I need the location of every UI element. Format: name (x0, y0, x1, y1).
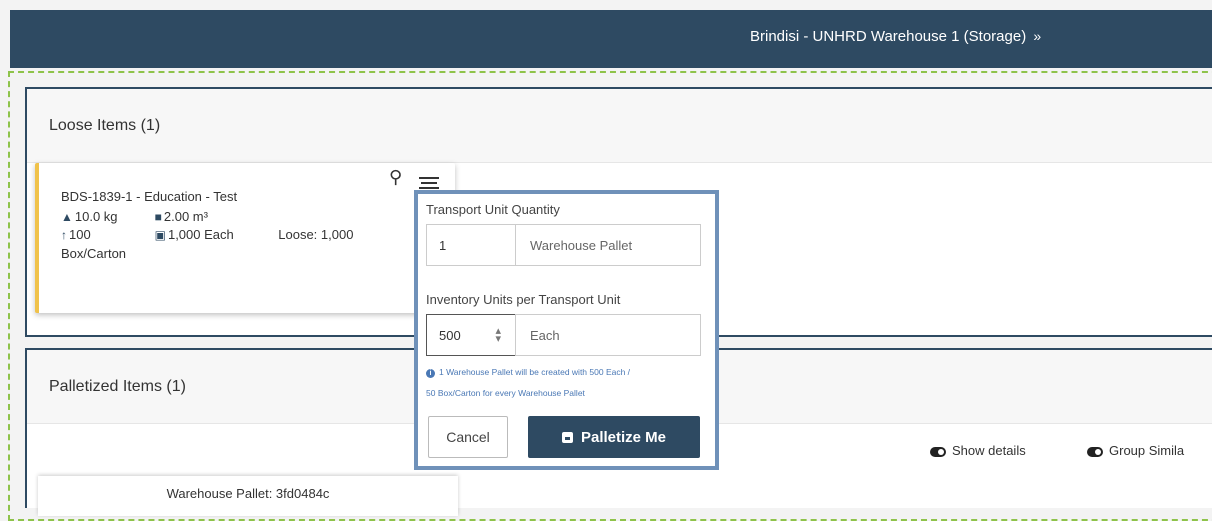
inv-unit-addon: Each (515, 314, 701, 356)
upload-icon: ↑ (61, 228, 67, 242)
toggle-icon (1087, 446, 1103, 457)
site-selector[interactable]: Brindisi - UNHRD Warehouse 1 (Storage) » (750, 28, 1041, 45)
palletize-info: i 1 Warehouse Pallet will be created with… (426, 362, 706, 404)
inv-units-input[interactable]: 500 ▴ ▾ (426, 314, 516, 356)
cancel-label: Cancel (446, 429, 490, 445)
volume-icon: ■ (154, 210, 162, 224)
item-weight: 10.0 kg (74, 209, 118, 224)
tu-qty-input[interactable]: 1 (426, 224, 516, 266)
tu-qty-value: 1 (439, 237, 447, 253)
toggle-icon (930, 446, 946, 457)
item-loose: Loose: 1,000 (278, 227, 354, 242)
loose-item-card[interactable]: ⚲ BDS-1839-1 - Education - Test ▲ 10.0 kg… (35, 163, 455, 313)
group-similar-label: Group Simila (1109, 443, 1185, 458)
group-similar-toggle[interactable]: Group Simila (1087, 443, 1184, 458)
show-details-toggle[interactable]: Show details (930, 443, 1026, 458)
save-icon (561, 431, 573, 443)
item-volume: 2.00 m³ (163, 209, 208, 224)
stepper-icon[interactable]: ▴ ▾ (495, 326, 501, 345)
inv-units-value: 500 (439, 327, 461, 343)
info-line-2: 50 Box/Carton for every Warehouse Pallet (426, 388, 585, 398)
inv-unit-value: Each (530, 327, 560, 343)
palletize-popover: Transport Unit Quantity 1 Warehouse Pall… (414, 190, 719, 470)
loose-items-title: Loose Items (1) (27, 89, 1212, 163)
show-details-label: Show details (952, 443, 1026, 458)
item-each: 1,000 Each (167, 227, 234, 242)
tu-qty-label: Transport Unit Quantity (426, 202, 560, 217)
palletize-icon[interactable] (419, 177, 439, 189)
item-name: BDS-1839-1 - Education - Test (61, 189, 238, 204)
site-name: Brindisi - UNHRD Warehouse 1 (Storage) (750, 28, 1027, 45)
weight-icon: ▲ (61, 210, 73, 224)
palletize-button[interactable]: Palletize Me (528, 416, 700, 458)
tu-type-value: Warehouse Pallet (530, 237, 633, 253)
search-icon[interactable]: ⚲ (389, 167, 402, 188)
pallet-label: Warehouse Pallet: 3fd0484c (166, 486, 330, 501)
item-unit: Box/Carton (61, 246, 127, 261)
cancel-button[interactable]: Cancel (428, 416, 508, 458)
top-bar: Brindisi - UNHRD Warehouse 1 (Storage) » (10, 10, 1212, 68)
inv-units-label: Inventory Units per Transport Unit (426, 292, 621, 307)
cart-icon: ▣ (154, 228, 166, 242)
tu-type-select[interactable]: Warehouse Pallet (515, 224, 701, 266)
chevron-down-icon: » (1033, 28, 1042, 44)
pallet-card[interactable]: Warehouse Pallet: 3fd0484c (38, 476, 458, 516)
palletize-label: Palletize Me (580, 428, 667, 446)
info-icon: i (426, 369, 435, 378)
item-qty: 100 (69, 227, 91, 242)
info-line-1: 1 Warehouse Pallet will be created with … (439, 367, 631, 377)
